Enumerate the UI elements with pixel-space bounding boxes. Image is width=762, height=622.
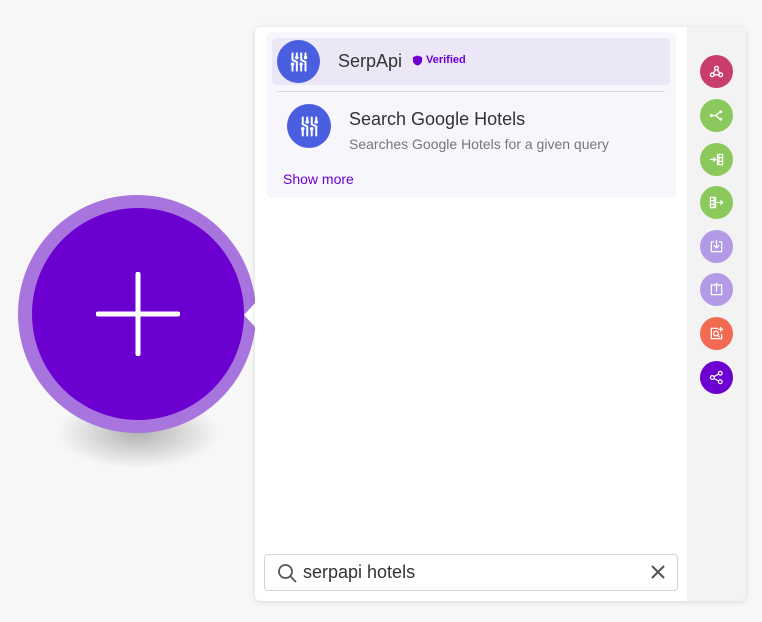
search-tool-button[interactable] [700, 317, 733, 350]
iterator-icon [709, 153, 724, 166]
share-tool-button[interactable] [700, 361, 733, 394]
serpapi-logo-icon [287, 104, 331, 148]
export-tool-button[interactable] [700, 273, 733, 306]
divider [277, 91, 665, 92]
module-title: Search Google Hotels [349, 109, 526, 129]
module-search-box [264, 554, 678, 591]
plus-icon [96, 272, 180, 356]
flow-control-router-icon [709, 110, 723, 121]
export-icon [710, 282, 723, 296]
search-icon [278, 564, 297, 583]
serpapi-logo-icon [277, 40, 320, 83]
tools-sidebar [687, 27, 746, 601]
app-result-card: SerpApi Verified Search Google Hotels Se… [266, 32, 676, 198]
show-more-link[interactable]: Show more [283, 171, 354, 187]
verified-label: Verified [426, 54, 466, 66]
aggregator-icon [709, 196, 724, 209]
search-tool-icon [710, 326, 724, 340]
import-icon [710, 239, 723, 253]
shield-icon [412, 54, 423, 66]
share-icon [709, 370, 723, 385]
router-tool-button[interactable] [700, 99, 733, 132]
add-module-node[interactable] [32, 208, 244, 420]
import-tool-button[interactable] [700, 230, 733, 263]
webhooks-icon [709, 65, 724, 78]
module-picker-popover: SerpApi Verified Search Google Hotels Se… [255, 27, 746, 601]
module-description: Searches Google Hotels for a given query [349, 136, 609, 152]
module-list-pane: SerpApi Verified Search Google Hotels Se… [255, 27, 687, 601]
aggregator-tool-button[interactable] [700, 186, 733, 219]
webhooks-tool-button[interactable] [700, 55, 733, 88]
module-item-search-google-hotels[interactable]: Search Google Hotels Searches Google Hot… [266, 94, 676, 158]
iterator-tool-button[interactable] [700, 143, 733, 176]
app-name: SerpApi [338, 51, 403, 71]
clear-icon[interactable] [651, 565, 665, 579]
search-input[interactable] [303, 560, 633, 584]
verified-badge: Verified [412, 54, 466, 66]
app-header[interactable]: SerpApi Verified [272, 38, 670, 85]
